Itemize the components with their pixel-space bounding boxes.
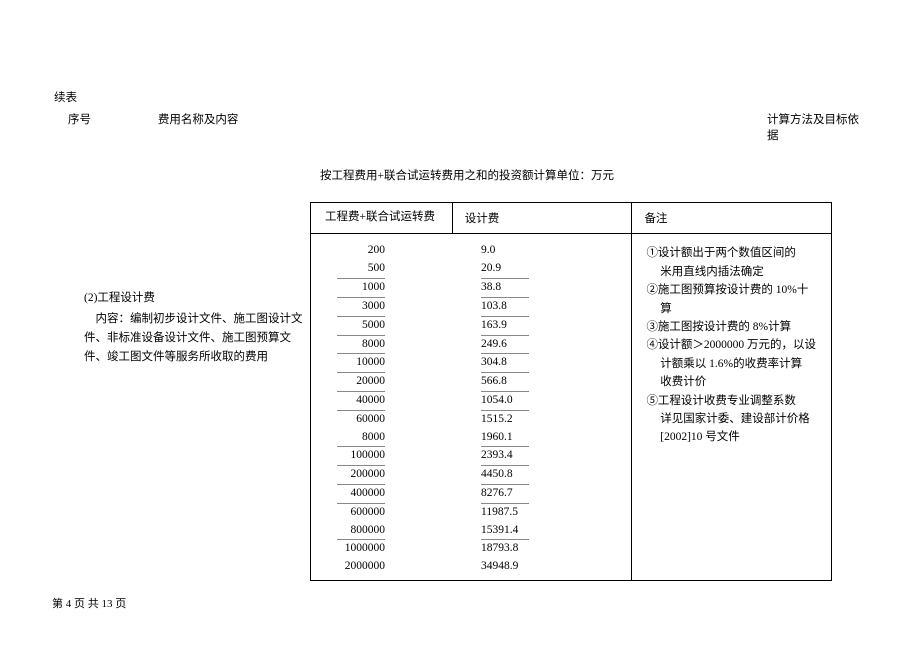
fee-table: 工程费+联合试运转费 设计费 备注 2005001000300050008000… [310, 202, 832, 581]
note-5c: [2002]10 号文件 [646, 428, 821, 446]
table-caption: 按工程费用+联合试运转费用之和的投资额计算单位：万元 [320, 168, 870, 184]
note-3: ③施工图按设计费的 8%计算 [646, 318, 821, 336]
note-1b: 米用直线内插法确定 [646, 263, 821, 281]
fee-table-wrap: 工程费+联合试运转费 设计费 备注 2005001000300050008000… [310, 202, 832, 581]
th-fee: 设计费 [452, 203, 632, 234]
table-header-row: 工程费+联合试运转费 设计费 备注 [311, 203, 832, 234]
amount-value: 600000 [319, 504, 385, 522]
amount-value: 60000 [319, 411, 385, 429]
footer-total: 13 [102, 598, 113, 610]
header-sequence: 序号 [68, 112, 98, 144]
left-description: (2)工程设计费 内容：编制初步设计文件、施工图设计文件、非标准设备设计文件、施… [50, 202, 310, 367]
footer-mid: 页 共 [71, 598, 101, 610]
continuation-label: 续表 [54, 90, 870, 106]
amount-value: 8000 [319, 336, 385, 355]
header-fee-name: 费用名称及内容 [158, 112, 357, 144]
th-amount: 工程费+联合试运转费 [311, 203, 453, 234]
amount-value: 5000 [319, 317, 385, 336]
amount-value: 2000000 [319, 558, 385, 576]
table-body-row: 2005001000300050008000100002000040000600… [311, 234, 832, 581]
data-cell: 2005001000300050008000100002000040000600… [311, 234, 632, 581]
amount-value: 800000 [319, 522, 385, 541]
note-4b: 计额乘以 1.6%的收费率计算 [646, 355, 821, 373]
th-notes: 备注 [632, 203, 832, 234]
note-4a: ④设计额＞2000000 万元的，以设 [646, 336, 821, 354]
amount-value: 20000 [319, 373, 385, 392]
amount-value: 1000000 [319, 540, 385, 558]
amount-value: 500 [319, 260, 385, 279]
note-5a: ⑤工程设计收费专业调整系数 [646, 392, 821, 410]
note-2a: ②施工图预算按设计费的 10%十 [646, 281, 821, 299]
amount-value: 200 [319, 242, 385, 260]
amount-value: 100000 [319, 447, 385, 466]
page-footer: 第 4 页 共 13 页 [52, 597, 126, 612]
fee-item-title: (2)工程设计费 [84, 290, 304, 306]
amount-value: 10000 [319, 354, 385, 373]
header-calculation: 计算方法及目标依据 [767, 112, 870, 144]
note-5b: 详见国家计委、建设部计价格 [646, 410, 821, 428]
amount-value: 1000 [319, 279, 385, 298]
footer-prefix: 第 [52, 598, 66, 610]
data-pairs: 2005001000300050008000100002000040000600… [319, 238, 623, 576]
amount-value: 400000 [319, 485, 385, 504]
amount-value: 8000 [319, 429, 385, 448]
amount-value: 40000 [319, 392, 385, 411]
amount-value: 3000 [319, 298, 385, 317]
note-4c: 收费计价 [646, 373, 821, 391]
amount-value: 200000 [319, 466, 385, 485]
fee-item-desc: 内容：编制初步设计文件、施工图设计文件、非标准设备设计文件、施工图预算文件、竣工… [84, 310, 304, 367]
note-1a: ①设计额出于两个数值区间的 [646, 244, 821, 262]
note-2b: 算 [646, 300, 821, 318]
main-layout: (2)工程设计费 内容：编制初步设计文件、施工图设计文件、非标准设备设计文件、施… [50, 202, 870, 581]
column-header-row: 序号 费用名称及内容 计算方法及目标依据 [50, 112, 870, 144]
notes-cell: ①设计额出于两个数值区间的 米用直线内插法确定 ②施工图预算按设计费的 10%十… [632, 234, 832, 581]
footer-suffix: 页 [113, 598, 127, 610]
